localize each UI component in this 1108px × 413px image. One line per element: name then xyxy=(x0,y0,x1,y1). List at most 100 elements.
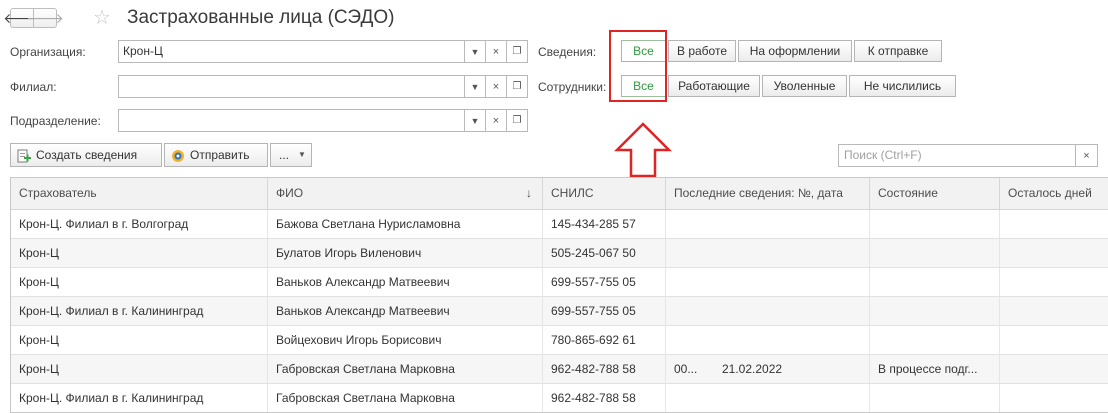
cell-last-info-number xyxy=(666,210,714,238)
create-info-label: Создать сведения xyxy=(36,148,138,162)
org-field[interactable]: Крон-Ц xyxy=(118,40,465,63)
cell-last-info-date xyxy=(714,268,870,296)
branch-clear-button[interactable]: × xyxy=(486,75,507,98)
cell-days-left xyxy=(1000,210,1108,238)
dept-clear-button[interactable]: × xyxy=(486,109,507,132)
col-snils[interactable]: СНИЛС xyxy=(543,178,666,209)
cell-last-info-date: 21.02.2022 xyxy=(714,355,870,383)
forward-button[interactable]: 🡒 xyxy=(26,8,64,28)
more-actions-button[interactable]: ... ▼ xyxy=(270,143,312,167)
cell-snils: 780-865-692 61 xyxy=(543,326,666,354)
chevron-down-icon: ▼ xyxy=(470,81,480,92)
close-icon: × xyxy=(492,45,500,58)
cell-insurer: Крон-Ц. Филиал в г. Волгоград xyxy=(11,210,268,238)
info-filter-in-work[interactable]: В работе xyxy=(668,40,736,62)
chevron-down-icon: ▼ xyxy=(470,46,480,57)
branch-open-button[interactable]: ❐ xyxy=(507,75,528,98)
col-last-info[interactable]: Последние сведения: №, дата xyxy=(666,178,870,209)
col-name[interactable]: ФИО ↓ xyxy=(268,178,543,209)
info-filter-to-send[interactable]: К отправке xyxy=(854,40,942,62)
close-icon: × xyxy=(492,80,500,93)
page-title: Застрахованные лица (СЭДО) xyxy=(127,7,395,28)
chevron-down-icon: ▼ xyxy=(298,150,306,159)
dept-dropdown-button[interactable]: ▼ xyxy=(465,109,486,132)
close-icon: × xyxy=(492,114,500,127)
cell-state xyxy=(870,268,1000,296)
cell-insurer: Крон-Ц. Филиал в г. Калининград xyxy=(11,384,268,412)
col-insurer[interactable]: Страхователь xyxy=(11,178,268,209)
cell-state xyxy=(870,384,1000,412)
table-row[interactable]: Крон-Ц Ваньков Александр Матвеевич 699-557… xyxy=(11,268,1108,297)
dept-label: Подразделение: xyxy=(10,114,101,128)
staff-filter-label: Сотрудники: xyxy=(538,80,607,94)
send-icon xyxy=(171,148,185,162)
col-days-left[interactable]: Осталось дней xyxy=(1000,178,1108,209)
cell-last-info-date xyxy=(714,384,870,412)
branch-dropdown-button[interactable]: ▼ xyxy=(465,75,486,98)
branch-field[interactable] xyxy=(118,75,465,98)
info-filter-processing[interactable]: На оформлении xyxy=(738,40,852,62)
staff-filter-dismissed[interactable]: Уволенные xyxy=(762,75,847,97)
staff-filter-not-listed[interactable]: Не числились xyxy=(849,75,956,97)
chevron-down-icon: ▼ xyxy=(470,115,480,126)
cell-name: Булатов Игорь Виленович xyxy=(268,239,543,267)
cell-snils: 962-482-788 58 xyxy=(543,355,666,383)
send-button[interactable]: Отправить xyxy=(164,143,268,167)
cell-name: Габровская Светлана Марковна xyxy=(268,384,543,412)
cell-insurer: Крон-Ц xyxy=(11,268,268,296)
cell-name: Ваньков Александр Матвеевич xyxy=(268,297,543,325)
cell-last-info-date xyxy=(714,239,870,267)
dept-open-button[interactable]: ❐ xyxy=(507,109,528,132)
open-icon: ❐ xyxy=(512,115,522,126)
cell-last-info-date xyxy=(714,210,870,238)
star-icon[interactable]: ☆ xyxy=(93,5,111,30)
cell-last-info-number xyxy=(666,384,714,412)
table-row[interactable]: Крон-Ц Войцехович Игорь Борисович 780-865-… xyxy=(11,326,1108,355)
cell-state xyxy=(870,326,1000,354)
up-arrow-annotation xyxy=(613,122,673,178)
cell-days-left xyxy=(1000,239,1108,267)
cell-insurer: Крон-Ц xyxy=(11,355,268,383)
cell-last-info-number xyxy=(666,297,714,325)
dept-field[interactable] xyxy=(118,109,465,132)
cell-name: Войцехович Игорь Борисович xyxy=(268,326,543,354)
search-clear-button[interactable]: × xyxy=(1076,144,1098,167)
table-row[interactable]: Крон-Ц. Филиал в г. Калининград Габровска… xyxy=(11,384,1108,412)
cell-last-info-number: 00... xyxy=(674,362,698,376)
table-header: Страхователь ФИО ↓ СНИЛС Последние сведе… xyxy=(11,178,1108,210)
cell-name: Бажова Светлана Нурисламовна xyxy=(268,210,543,238)
create-info-button[interactable]: Создать сведения xyxy=(10,143,162,167)
cell-state: В процессе подг... xyxy=(870,355,1000,383)
table-row[interactable]: Крон-Ц Булатов Игорь Виленович 505-245-067… xyxy=(11,239,1108,268)
cell-name: Габровская Светлана Марковна xyxy=(268,355,543,383)
cell-last-info-number xyxy=(666,268,714,296)
open-icon: ❐ xyxy=(512,81,522,92)
org-open-button[interactable]: ❐ xyxy=(507,40,528,63)
cell-last-info-number xyxy=(666,239,714,267)
table-row[interactable]: Крон-Ц Габровская Светлана Марковна 962-48… xyxy=(11,355,1108,384)
cell-state xyxy=(870,297,1000,325)
arrow-right-icon: 🡒 xyxy=(26,9,64,26)
col-name-label: ФИО xyxy=(276,186,304,200)
cell-last-info-number xyxy=(666,326,714,354)
branch-label: Филиал: xyxy=(10,80,57,94)
cell-days-left xyxy=(1000,355,1108,383)
org-clear-button[interactable]: × xyxy=(486,40,507,63)
cell-state xyxy=(870,239,1000,267)
col-state[interactable]: Состояние xyxy=(870,178,1000,209)
cell-snils: 962-482-788 58 xyxy=(543,384,666,412)
org-dropdown-button[interactable]: ▼ xyxy=(465,40,486,63)
cell-snils: 699-557-755 05 xyxy=(543,297,666,325)
insured-persons-table: Страхователь ФИО ↓ СНИЛС Последние сведе… xyxy=(10,177,1108,413)
cell-last-info-date xyxy=(714,326,870,354)
search-input[interactable]: Поиск (Ctrl+F) xyxy=(838,144,1076,167)
cell-insurer: Крон-Ц. Филиал в г. Калининград xyxy=(11,297,268,325)
sort-desc-icon: ↓ xyxy=(526,186,532,200)
staff-filter-working[interactable]: Работающие xyxy=(668,75,760,97)
cell-state xyxy=(870,210,1000,238)
table-row[interactable]: Крон-Ц. Филиал в г. Волгоград Бажова Свет… xyxy=(11,210,1108,239)
table-row[interactable]: Крон-Ц. Филиал в г. Калининград Ваньков А… xyxy=(11,297,1108,326)
cell-insurer: Крон-Ц xyxy=(11,326,268,354)
send-label: Отправить xyxy=(190,148,250,162)
cell-snils: 699-557-755 05 xyxy=(543,268,666,296)
